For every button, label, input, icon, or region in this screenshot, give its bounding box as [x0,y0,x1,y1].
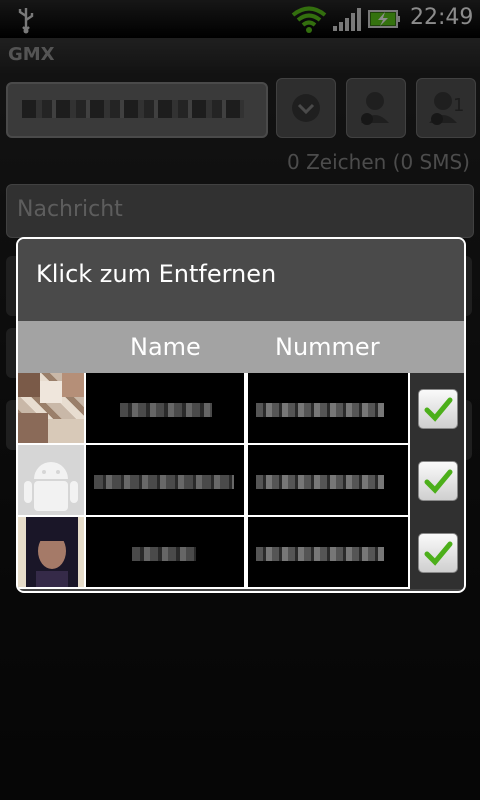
blurred-number [256,547,384,561]
recipient-list [18,373,410,589]
avatar [18,373,84,443]
contact-number-cell [248,517,408,587]
blurred-name [94,475,234,489]
table-row[interactable] [18,373,410,443]
table-row[interactable] [18,517,410,587]
blurred-number [256,403,384,417]
checkmark-icon [424,397,453,422]
checkbox-column [410,373,464,589]
contact-name-cell [86,373,244,443]
column-header-name: Name [130,333,201,361]
dialog-title: Klick zum Entfernen [36,260,277,288]
contact-number-cell [248,373,408,443]
remove-recipients-dialog: Klick zum Entfernen Name Nummer [16,237,466,593]
avatar [18,445,84,515]
blurred-name [132,547,196,561]
contact-name-cell [86,445,244,515]
contact-name-cell [86,517,244,587]
checkmark-icon [424,541,453,566]
table-header: Name Nummer [18,321,464,373]
checkmark-icon [424,469,453,494]
remove-checkbox[interactable] [418,533,458,573]
table-row[interactable] [18,445,410,515]
contact-number-cell [248,445,408,515]
dialog-header: Klick zum Entfernen [18,239,464,321]
avatar [18,517,84,587]
android-default-avatar-icon [24,462,78,511]
remove-checkbox[interactable] [418,461,458,501]
blurred-name [120,403,212,417]
contact-photo-icon [26,517,78,587]
blurred-number [256,475,384,489]
remove-checkbox[interactable] [418,389,458,429]
column-header-number: Nummer [275,333,380,361]
photo-collage-icon [18,373,84,443]
